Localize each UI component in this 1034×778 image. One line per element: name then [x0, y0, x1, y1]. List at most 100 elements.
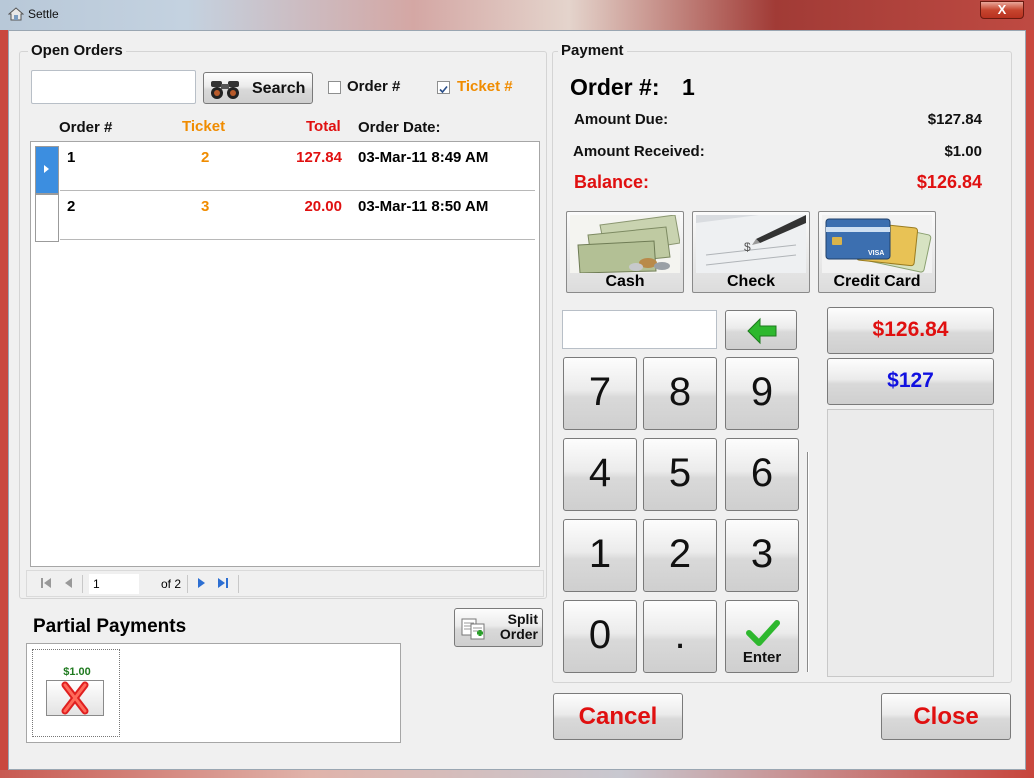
split-order-icon — [461, 618, 485, 640]
credit-card-tender-button[interactable]: VISA Credit Card — [818, 211, 936, 293]
amount-due-label: Amount Due: — [574, 111, 669, 128]
cancel-button[interactable]: Cancel — [553, 693, 683, 740]
page-number-input[interactable]: 1 — [89, 574, 139, 594]
row-selector-1[interactable] — [35, 146, 59, 194]
balance-value: $126.84 — [916, 172, 982, 192]
key-7[interactable]: 7 — [563, 357, 637, 430]
close-button[interactable]: Close — [881, 693, 1011, 740]
partial-payments-list: $1.00 — [26, 643, 401, 743]
partial-payment-amount: $1.00 — [63, 666, 91, 678]
split-order-button[interactable]: Split Order — [454, 608, 543, 647]
cell-order-date: 03-Mar-11 8:49 AM — [358, 149, 489, 166]
search-button-label: Search — [252, 80, 306, 97]
cash-icon — [570, 215, 680, 273]
window-bottom-edge — [0, 770, 1034, 778]
order-number-label: Order #: — [570, 74, 660, 100]
split-order-label: Split Order — [492, 612, 538, 642]
cancel-label: Cancel — [578, 703, 658, 730]
key-3[interactable]: 3 — [725, 519, 799, 592]
open-orders-title: Open Orders — [28, 42, 126, 59]
cell-total: 20.00 — [304, 198, 342, 215]
key-1-label: 1 — [588, 532, 612, 576]
keypad-divider — [807, 452, 809, 672]
order-number-filter-label: Order # — [347, 78, 401, 95]
binoculars-icon — [211, 81, 239, 99]
amount-received-label: Amount Received: — [573, 143, 705, 160]
key-decimal[interactable]: . — [643, 600, 717, 673]
ticket-number-filter-label: Ticket # — [457, 78, 513, 95]
column-header-total[interactable]: Total — [306, 118, 341, 135]
search-input[interactable] — [31, 70, 196, 104]
column-header-order-date[interactable]: Order Date: — [358, 119, 441, 136]
grid-navigator: 1 of 2 — [26, 570, 544, 597]
cash-tender-button[interactable]: Cash — [566, 211, 684, 293]
amount-received-value: $1.00 — [944, 143, 982, 160]
key-5-label: 5 — [668, 451, 692, 495]
key-6-label: 6 — [750, 451, 774, 495]
quick-amounts-panel — [827, 409, 994, 677]
credit-card-icon: VISA — [822, 215, 932, 273]
split-label-line-2: Order — [499, 626, 538, 642]
quick-amount-round-label: $127 — [887, 369, 934, 392]
cell-total: 127.84 — [296, 149, 342, 166]
column-header-order[interactable]: Order # — [59, 119, 112, 136]
green-left-arrow-icon — [747, 317, 777, 345]
table-row[interactable]: 1 2 127.84 03-Mar-11 8:49 AM — [60, 142, 535, 191]
next-page-icon[interactable] — [195, 577, 207, 589]
credit-card-label: Credit Card — [833, 273, 921, 290]
key-8[interactable]: 8 — [643, 357, 717, 430]
open-orders-grid: 1 2 127.84 03-Mar-11 8:49 AM 2 3 20.00 0… — [30, 141, 540, 567]
key-5[interactable]: 5 — [643, 438, 717, 511]
key-0[interactable]: 0 — [563, 600, 637, 673]
backspace-button[interactable] — [725, 310, 797, 350]
enter-label: Enter — [742, 649, 782, 666]
amount-entry-field[interactable] — [562, 310, 717, 349]
svg-text:$: $ — [744, 240, 751, 254]
key-1[interactable]: 1 — [563, 519, 637, 592]
quick-amount-exact-button[interactable]: $126.84 — [827, 307, 994, 354]
order-number-checkbox[interactable] — [328, 81, 341, 94]
red-x-icon — [61, 681, 89, 715]
title-bar: Settle X — [0, 0, 1034, 30]
remove-payment-button[interactable] — [46, 680, 104, 716]
key-7-label: 7 — [588, 370, 612, 414]
cell-order: 2 — [67, 198, 76, 215]
check-icon: $ — [696, 215, 806, 273]
quick-amount-exact-label: $126.84 — [872, 318, 949, 341]
check-label: Check — [726, 273, 776, 290]
window-title: Settle — [28, 7, 59, 21]
column-header-ticket[interactable]: Ticket — [182, 118, 225, 135]
ticket-number-checkbox[interactable] — [437, 81, 450, 94]
navigator-separator — [187, 575, 188, 593]
key-6[interactable]: 6 — [725, 438, 799, 511]
cell-ticket: 3 — [201, 198, 210, 215]
key-9-label: 9 — [750, 370, 774, 414]
table-row[interactable]: 2 3 20.00 03-Mar-11 8:50 AM — [60, 191, 535, 240]
enter-button[interactable]: Enter — [725, 600, 799, 673]
key-9[interactable]: 9 — [725, 357, 799, 430]
close-label: Close — [913, 703, 979, 730]
amount-due-value: $127.84 — [927, 111, 982, 128]
quick-amount-round-button[interactable]: $127 — [827, 358, 994, 405]
key-2[interactable]: 2 — [643, 519, 717, 592]
previous-page-icon[interactable] — [63, 577, 75, 589]
row-selector-2[interactable] — [35, 194, 59, 242]
window-close-button[interactable]: X — [980, 1, 1024, 19]
checkmark-icon — [439, 85, 448, 94]
balance-label: Balance: — [574, 172, 650, 192]
check-tender-button[interactable]: $ Check — [692, 211, 810, 293]
last-page-icon[interactable] — [217, 577, 229, 589]
partial-payment-item: $1.00 — [32, 649, 120, 737]
key-3-label: 3 — [750, 532, 774, 576]
cell-ticket: 2 — [201, 149, 210, 166]
search-button[interactable]: Search — [203, 72, 313, 104]
key-0-label: 0 — [588, 613, 612, 657]
first-page-icon[interactable] — [40, 577, 52, 589]
current-row-arrow-icon — [44, 165, 49, 173]
order-number-value: 1 — [682, 74, 695, 100]
split-label-line-1: Split — [507, 611, 538, 627]
cell-order-date: 03-Mar-11 8:50 AM — [358, 198, 489, 215]
key-2-label: 2 — [668, 532, 692, 576]
settle-dialog: Open Orders Search Order # Ticket # Orde… — [8, 30, 1026, 770]
key-4[interactable]: 4 — [563, 438, 637, 511]
